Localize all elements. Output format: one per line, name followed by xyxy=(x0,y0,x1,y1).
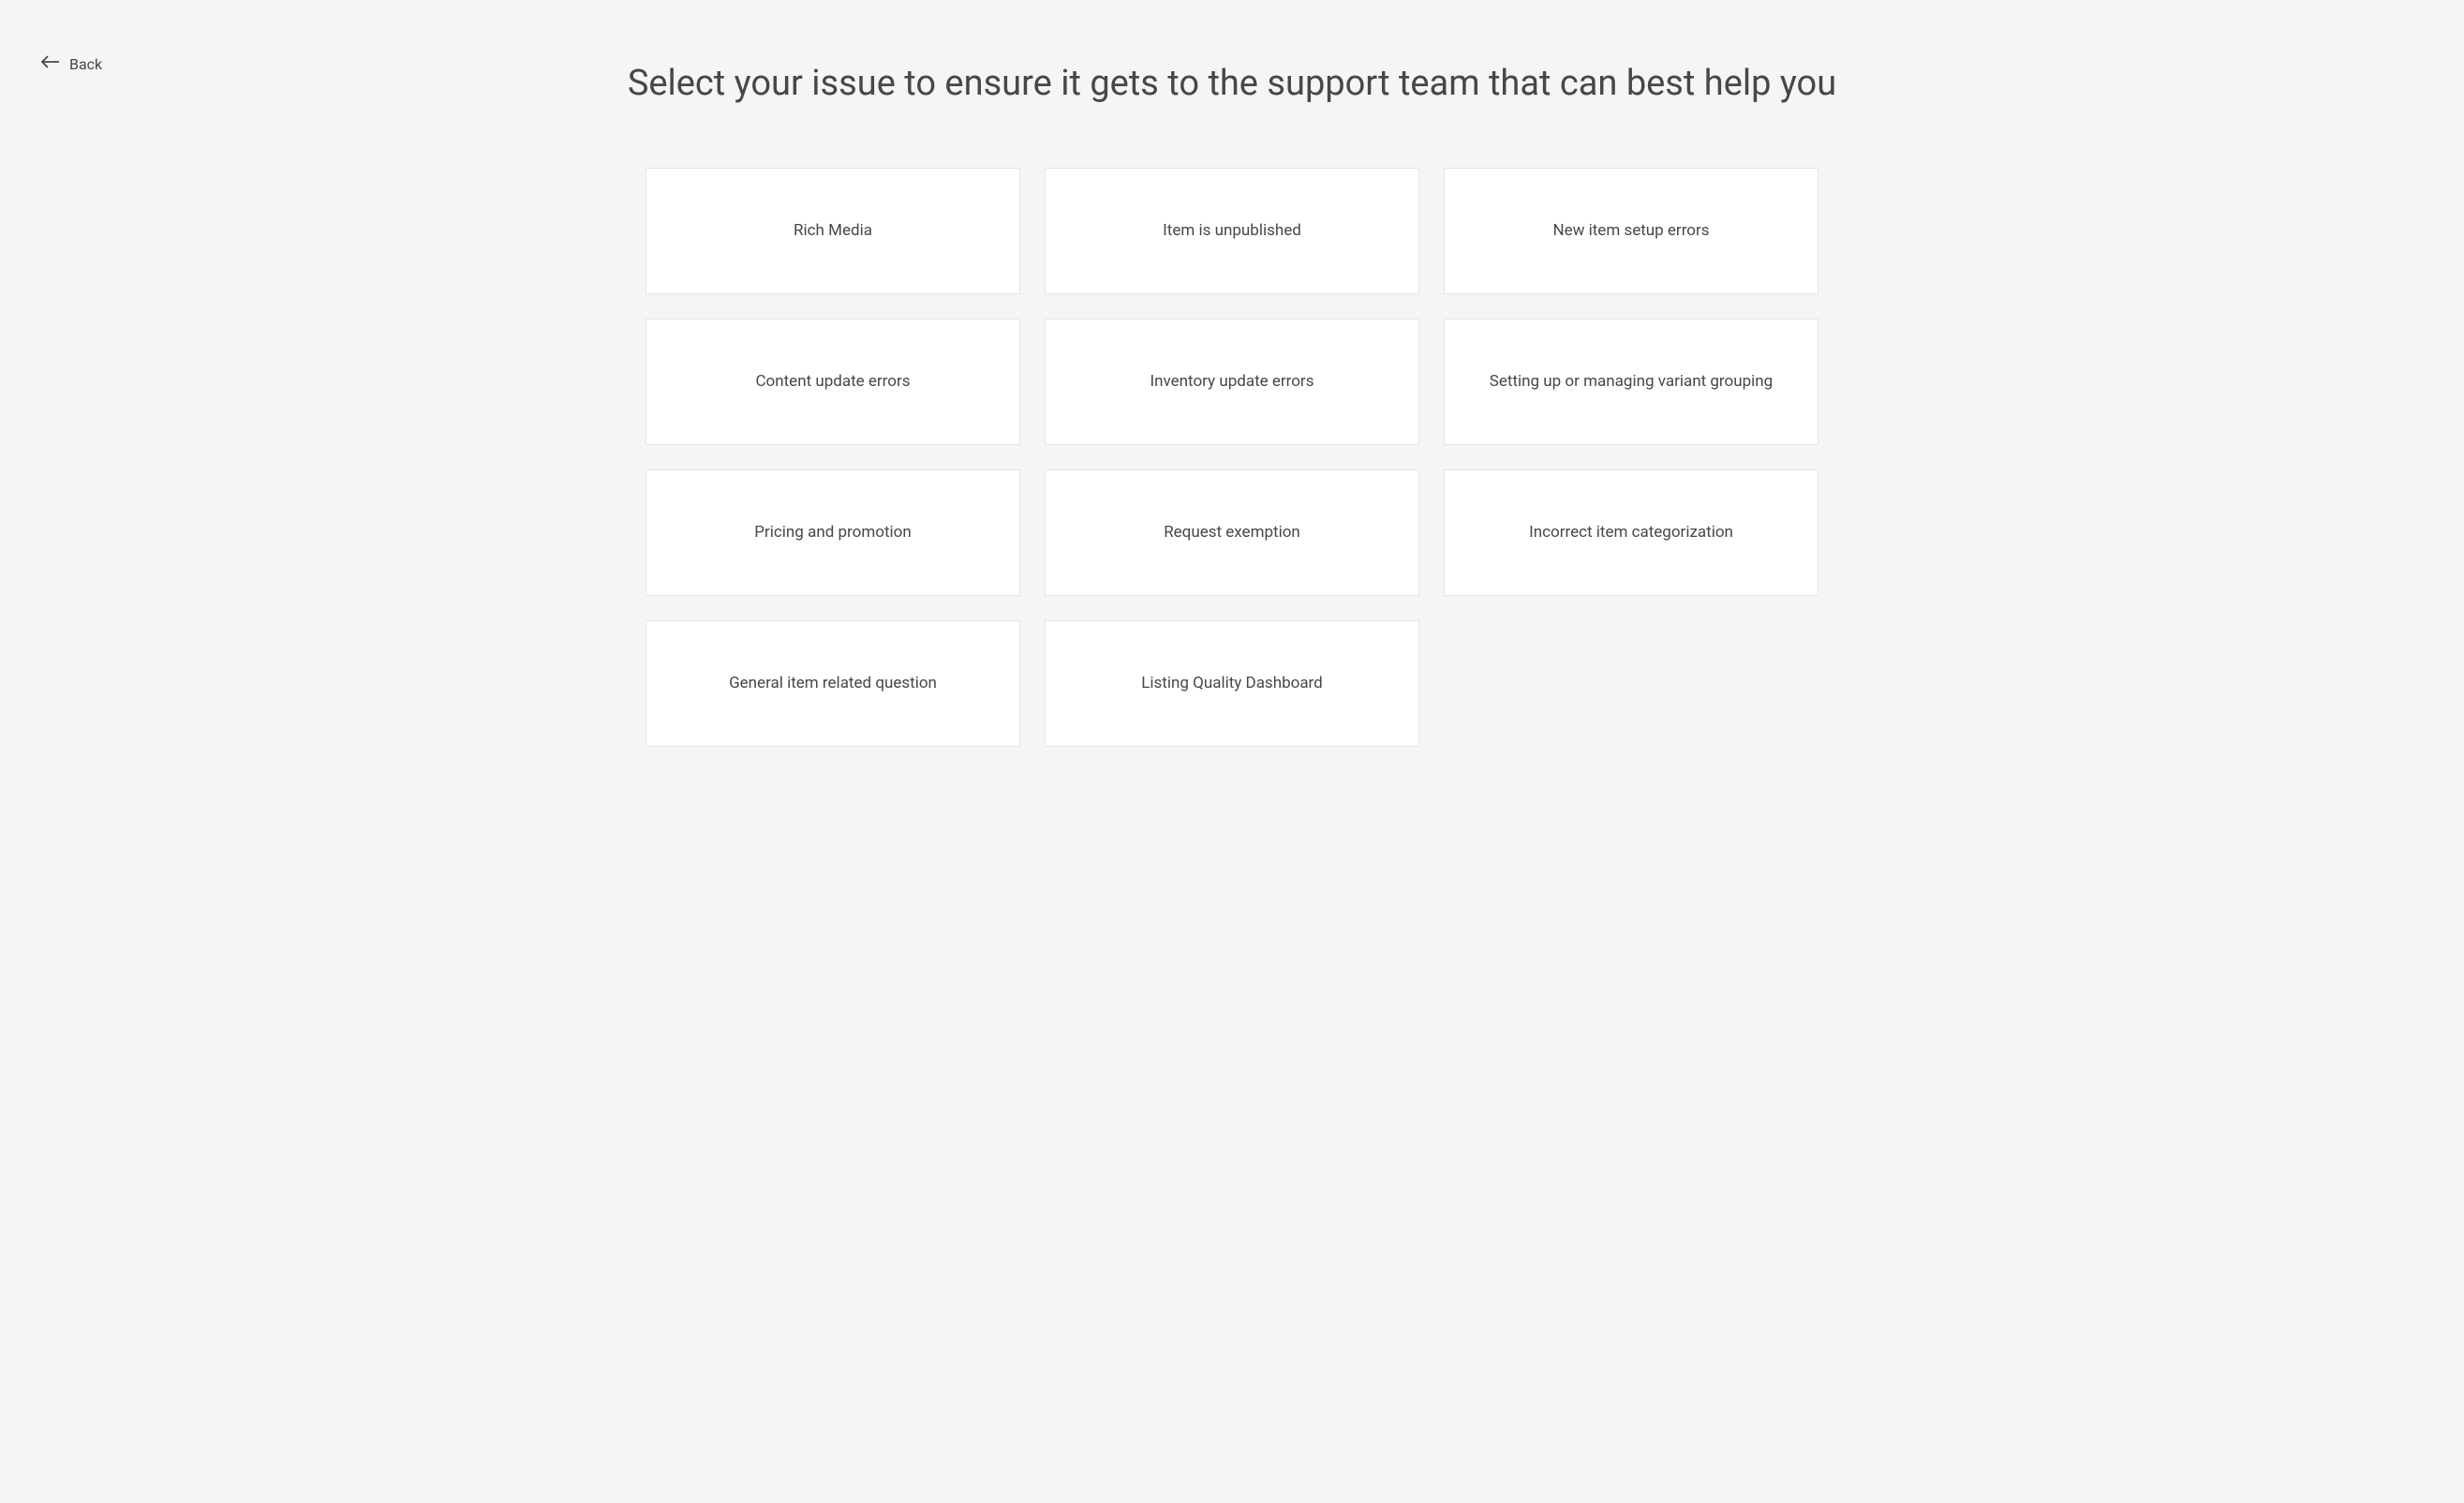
issue-label: Pricing and promotion xyxy=(754,523,911,542)
issue-label: New item setup errors xyxy=(1552,221,1709,240)
issue-card-new-item-setup-errors[interactable]: New item setup errors xyxy=(1444,168,1818,294)
issue-label: Item is unpublished xyxy=(1163,221,1301,240)
arrow-left-icon xyxy=(41,54,60,73)
issue-card-variant-grouping[interactable]: Setting up or managing variant grouping xyxy=(1444,319,1818,445)
back-button[interactable]: Back xyxy=(41,54,102,73)
issue-card-general-question[interactable]: General item related question xyxy=(646,620,1020,747)
issue-card-rich-media[interactable]: Rich Media xyxy=(646,168,1020,294)
issue-label: Rich Media xyxy=(794,221,872,240)
issue-card-item-unpublished[interactable]: Item is unpublished xyxy=(1045,168,1419,294)
page-header: Select your issue to ensure it gets to t… xyxy=(41,56,2423,112)
page-title: Select your issue to ensure it gets to t… xyxy=(135,56,2329,112)
issue-card-inventory-update-errors[interactable]: Inventory update errors xyxy=(1045,319,1419,445)
issue-grid: Rich Media Item is unpublished New item … xyxy=(646,168,1818,747)
issue-label: Content update errors xyxy=(755,372,910,391)
issue-label: Listing Quality Dashboard xyxy=(1141,674,1323,692)
issue-card-content-update-errors[interactable]: Content update errors xyxy=(646,319,1020,445)
back-label: Back xyxy=(69,55,102,73)
issue-card-incorrect-categorization[interactable]: Incorrect item categorization xyxy=(1444,469,1818,596)
issue-label: General item related question xyxy=(729,674,937,692)
issue-label: Setting up or managing variant grouping xyxy=(1490,372,1773,391)
issue-card-request-exemption[interactable]: Request exemption xyxy=(1045,469,1419,596)
issue-card-pricing-promotion[interactable]: Pricing and promotion xyxy=(646,469,1020,596)
issue-label: Request exemption xyxy=(1164,523,1300,542)
issue-label: Inventory update errors xyxy=(1150,372,1314,391)
issue-label: Incorrect item categorization xyxy=(1529,523,1733,542)
issue-card-listing-quality-dashboard[interactable]: Listing Quality Dashboard xyxy=(1045,620,1419,747)
